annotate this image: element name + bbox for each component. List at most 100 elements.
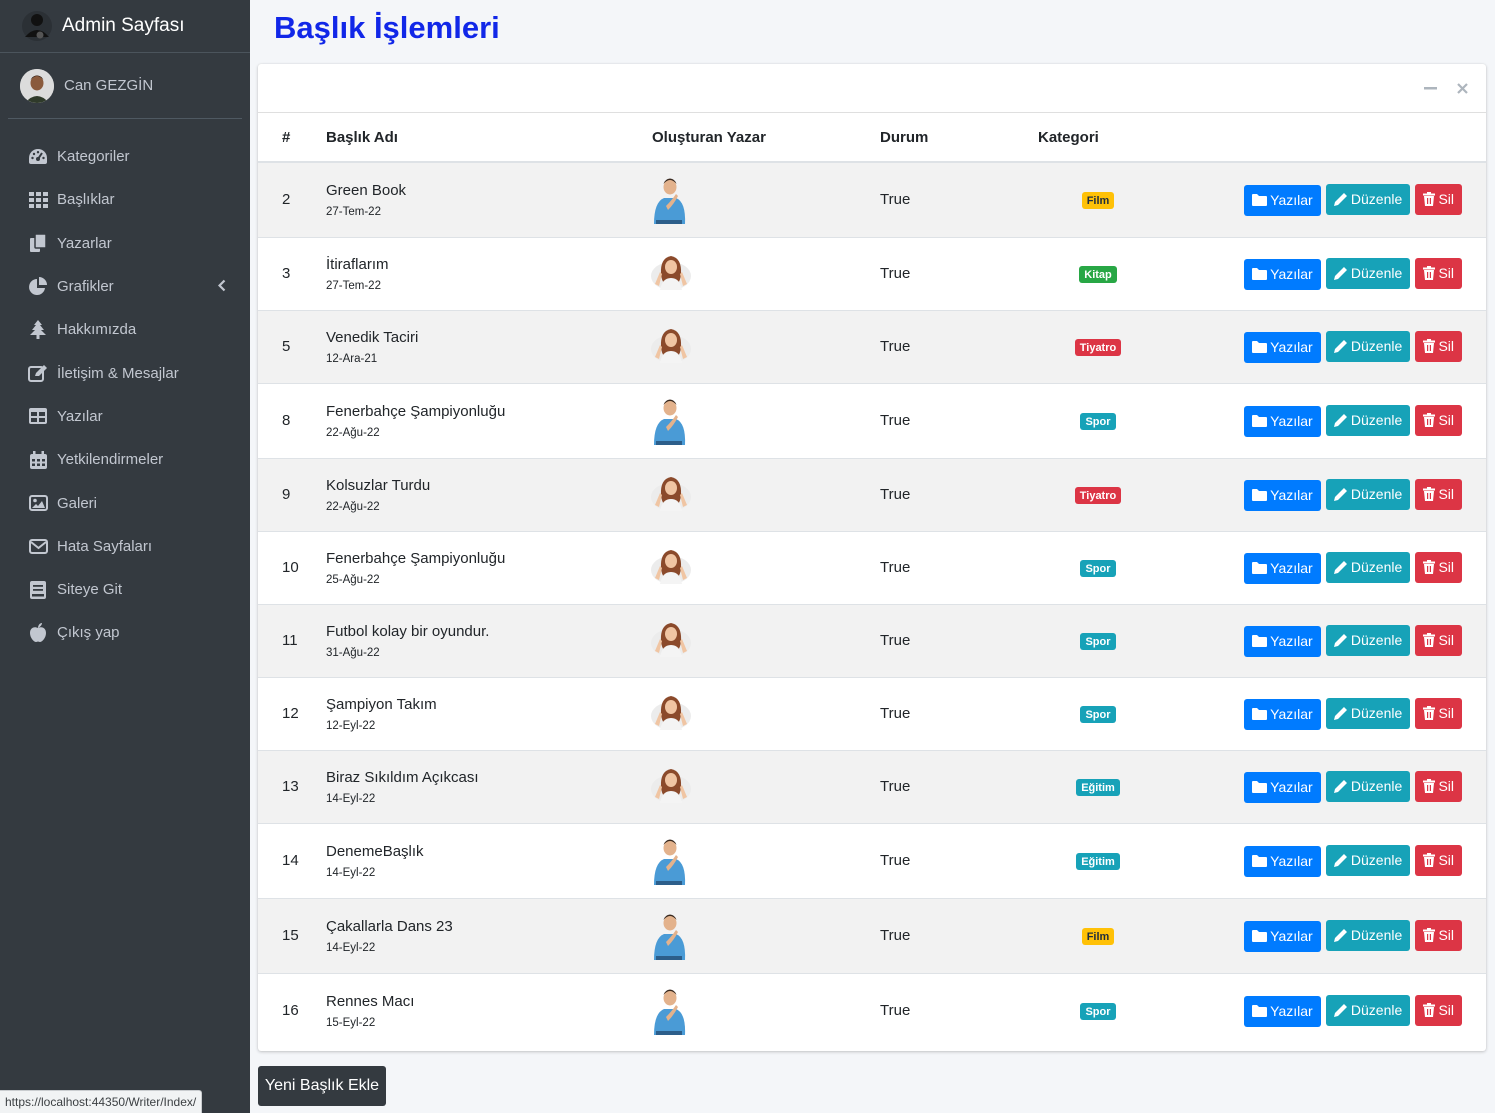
edit-button[interactable]: Düzenle — [1325, 257, 1411, 289]
posts-button[interactable]: Yazılar — [1244, 184, 1321, 216]
author-avatar — [650, 176, 688, 224]
header-category: Kategori — [1038, 113, 1158, 163]
row-title: Fenerbahçe Şampiyonluğu — [326, 549, 506, 567]
posts-button-label: Yazılar — [1270, 192, 1313, 209]
delete-button[interactable]: Sil — [1415, 994, 1462, 1026]
edit-button[interactable]: Düzenle — [1325, 697, 1411, 729]
row-actions: Yazılar Düzenle Sil — [1158, 236, 1486, 310]
admin-logo-icon — [22, 11, 52, 41]
delete-button[interactable]: Sil — [1415, 770, 1462, 802]
sidebar-item-kategoriler[interactable]: Kategoriler — [0, 135, 250, 178]
sidebar-item-yazilar[interactable]: Yazılar — [0, 395, 250, 438]
copy-icon — [28, 233, 48, 253]
author-avatar — [650, 912, 688, 960]
edit-button[interactable]: Düzenle — [1325, 404, 1411, 436]
posts-button[interactable]: Yazılar — [1244, 920, 1321, 952]
sidebar-item-basliklar[interactable]: Başlıklar — [0, 178, 250, 221]
collapse-icon[interactable] — [1422, 80, 1438, 96]
delete-button[interactable]: Sil — [1415, 183, 1462, 215]
delete-button-label: Sil — [1438, 559, 1454, 575]
row-author-cell — [650, 457, 880, 531]
table-row: 12 Şampiyon Takım 12-Eyl-22 True Spor Ya… — [258, 676, 1486, 750]
category-badge: Film — [1081, 191, 1115, 209]
chevron-left-icon[interactable] — [217, 278, 226, 295]
delete-button[interactable]: Sil — [1415, 551, 1462, 583]
folder-icon — [1252, 708, 1268, 720]
user-panel[interactable]: Can GEZGİN — [8, 53, 242, 119]
sidebar-item-yazarlar[interactable]: Yazarlar — [0, 222, 250, 265]
sidebar-item-galeri[interactable]: Galeri — [0, 481, 250, 524]
grid-icon — [28, 190, 48, 210]
edit-button[interactable]: Düzenle — [1325, 919, 1411, 951]
posts-button[interactable]: Yazılar — [1244, 625, 1321, 657]
row-category-cell: Tiyatro — [1038, 309, 1158, 383]
posts-button-label: Yazılar — [1270, 413, 1313, 429]
sidebar-item-grafikler[interactable]: Grafikler — [0, 265, 250, 308]
add-title-button[interactable]: Yeni Başlık Ekle — [258, 1066, 386, 1106]
category-badge: Tiyatro — [1074, 486, 1122, 504]
delete-button[interactable]: Sil — [1415, 404, 1462, 436]
delete-button[interactable]: Sil — [1415, 844, 1462, 876]
sidebar-item-iletisim-mesajlar[interactable]: İletişim & Mesajlar — [0, 351, 250, 394]
posts-button[interactable]: Yazılar — [1244, 479, 1321, 511]
posts-button[interactable]: Yazılar — [1244, 552, 1321, 584]
posts-button-label: Yazılar — [1270, 1003, 1313, 1020]
sidebar-item-yetkilendirmeler[interactable]: Yetkilendirmeler — [0, 438, 250, 481]
edit-button[interactable]: Düzenle — [1325, 844, 1411, 876]
user-name: Can GEZGİN — [64, 77, 154, 94]
row-id: 5 — [258, 309, 326, 383]
row-title: DenemeBaşlık — [326, 842, 424, 860]
sidebar-item-hakkimizda[interactable]: Hakkımızda — [0, 308, 250, 351]
trash-icon — [1423, 487, 1436, 501]
posts-button[interactable]: Yazılar — [1244, 771, 1321, 803]
edit-button[interactable]: Düzenle — [1325, 478, 1411, 510]
posts-button[interactable]: Yazılar — [1244, 331, 1321, 363]
brand-link[interactable]: Admin Sayfası — [0, 0, 250, 53]
sidebar-item-hata-sayfalari[interactable]: Hata Sayfaları — [0, 525, 250, 568]
posts-button[interactable]: Yazılar — [1244, 698, 1321, 730]
row-author-cell — [651, 749, 880, 823]
edit-button[interactable]: Düzenle — [1325, 994, 1411, 1026]
close-icon[interactable] — [1454, 80, 1470, 96]
delete-button[interactable]: Sil — [1415, 624, 1462, 656]
sidebar-item-label: Galeri — [57, 494, 98, 512]
row-title-cell: Biraz Sıkıldım Açıkcası 14-Eyl-22 — [326, 749, 652, 823]
row-category-cell: Tiyatro — [1038, 457, 1158, 531]
delete-button[interactable]: Sil — [1415, 919, 1462, 951]
posts-button[interactable]: Yazılar — [1244, 405, 1321, 437]
posts-button[interactable]: Yazılar — [1244, 258, 1321, 290]
delete-button[interactable]: Sil — [1415, 697, 1462, 729]
image-icon — [28, 493, 48, 513]
edit-button[interactable]: Düzenle — [1325, 624, 1411, 656]
edit-button[interactable]: Düzenle — [1325, 770, 1411, 802]
folder-icon — [1252, 194, 1268, 207]
author-avatar — [650, 544, 691, 592]
row-actions: Yazılar Düzenle Sil — [1158, 749, 1486, 823]
edit-button[interactable]: Düzenle — [1325, 551, 1411, 583]
row-author-cell — [652, 822, 880, 898]
pencil-icon — [1333, 633, 1348, 647]
edit-button[interactable]: Düzenle — [1325, 183, 1411, 215]
row-category-cell: Kitap — [1038, 236, 1158, 310]
posts-button[interactable]: Yazılar — [1244, 845, 1321, 877]
delete-button[interactable]: Sil — [1415, 330, 1462, 362]
edit-button-label: Düzenle — [1350, 191, 1403, 208]
delete-button[interactable]: Sil — [1415, 478, 1462, 510]
sidebar-item-siteye-git[interactable]: Siteye Git — [0, 568, 250, 611]
posts-button[interactable]: Yazılar — [1244, 995, 1321, 1027]
author-avatar — [650, 250, 691, 298]
row-date: 15-Eyl-22 — [326, 1016, 376, 1029]
sidebar-item-label: Çıkış yap — [57, 624, 120, 642]
row-status: True — [880, 972, 1038, 1048]
male-author-image — [654, 399, 686, 445]
edit-button[interactable]: Düzenle — [1325, 330, 1411, 362]
row-status: True — [880, 382, 1038, 458]
edit-button-label: Düzenle — [1350, 778, 1403, 794]
table-row: 9 Kolsuzlar Turdu 22-Ağu-22 True Tiyatro… — [258, 457, 1486, 531]
female-author-image — [651, 768, 691, 803]
pencil-icon — [1333, 266, 1348, 280]
delete-button[interactable]: Sil — [1415, 257, 1462, 289]
author-avatar — [650, 471, 691, 519]
sidebar-item-cikis-yap[interactable]: Çıkış yap — [0, 611, 250, 654]
posts-button-label: Yazılar — [1270, 928, 1313, 944]
